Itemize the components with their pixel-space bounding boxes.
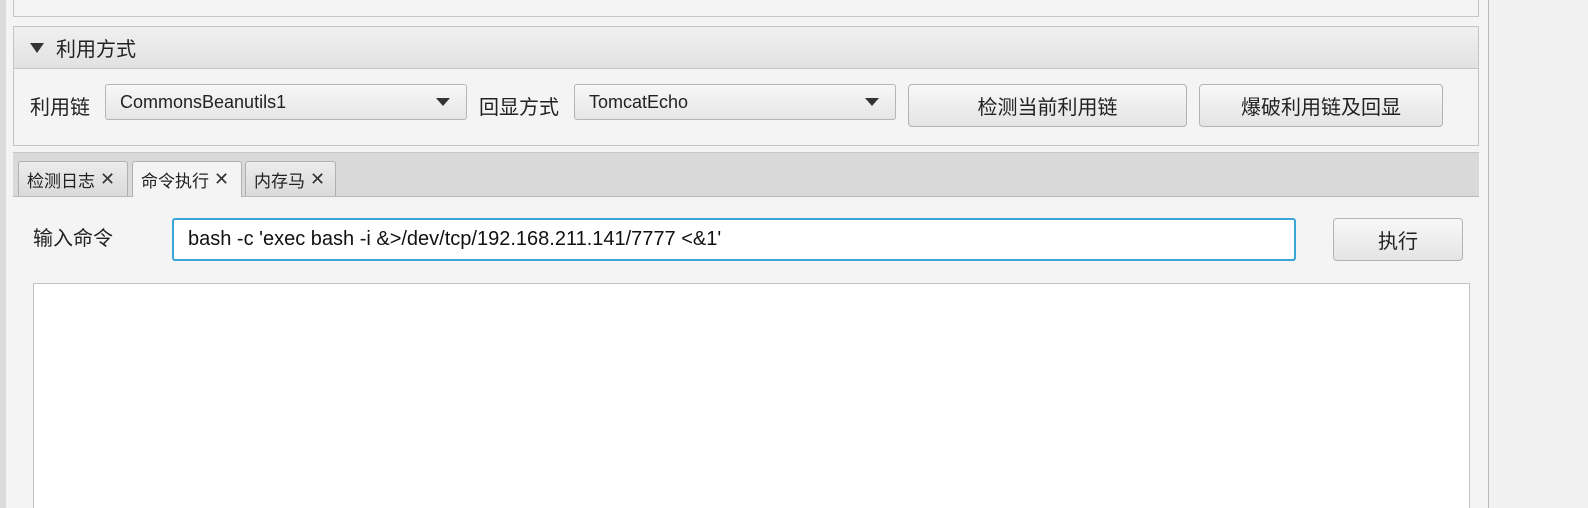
chevron-down-icon[interactable] bbox=[436, 98, 450, 106]
background-strip bbox=[1489, 0, 1588, 508]
tab-command-exec[interactable]: 命令执行 ✕ bbox=[132, 161, 242, 197]
echo-select-value: TomcatEcho bbox=[589, 91, 689, 112]
app-window: 利用方式 利用链 CommonsBeanutils1 回显方式 TomcatEc… bbox=[6, 0, 1489, 508]
command-input[interactable] bbox=[172, 218, 1296, 261]
execute-button[interactable]: 执行 bbox=[1333, 218, 1463, 261]
close-icon[interactable]: ✕ bbox=[100, 169, 115, 190]
pane-title: 利用方式 bbox=[56, 37, 136, 61]
chain-label: 利用链 bbox=[30, 95, 90, 119]
tab-label: 检测日志 bbox=[27, 171, 95, 192]
exploit-method-pane: 利用方式 利用链 CommonsBeanutils1 回显方式 TomcatEc… bbox=[13, 26, 1479, 146]
tab-memory-shell[interactable]: 内存马 ✕ bbox=[245, 161, 336, 196]
detect-chain-button[interactable]: 检测当前利用链 bbox=[908, 84, 1187, 127]
close-icon[interactable]: ✕ bbox=[214, 169, 229, 190]
exploit-pane-header[interactable]: 利用方式 bbox=[14, 27, 1478, 69]
screen: 利用方式 利用链 CommonsBeanutils1 回显方式 TomcatEc… bbox=[0, 0, 1588, 508]
chain-select[interactable]: CommonsBeanutils1 bbox=[105, 84, 467, 120]
chain-select-value: CommonsBeanutils1 bbox=[120, 91, 287, 112]
close-icon[interactable]: ✕ bbox=[310, 169, 325, 190]
echo-select[interactable]: TomcatEcho bbox=[574, 84, 896, 120]
tab-detect-log[interactable]: 检测日志 ✕ bbox=[18, 161, 128, 196]
command-label: 输入命令 bbox=[33, 226, 113, 250]
tab-label: 命令执行 bbox=[141, 172, 209, 192]
bruteforce-chain-button[interactable]: 爆破利用链及回显 bbox=[1199, 84, 1443, 127]
top-panel bbox=[13, 0, 1479, 17]
tab-bar: 检测日志 ✕ 命令执行 ✕ 内存马 ✕ bbox=[13, 152, 1479, 197]
output-area[interactable] bbox=[33, 283, 1470, 508]
echo-label: 回显方式 bbox=[479, 95, 559, 119]
tab-label: 内存马 bbox=[254, 171, 305, 192]
collapse-triangle-icon[interactable] bbox=[30, 42, 44, 53]
chevron-down-icon[interactable] bbox=[865, 98, 879, 106]
